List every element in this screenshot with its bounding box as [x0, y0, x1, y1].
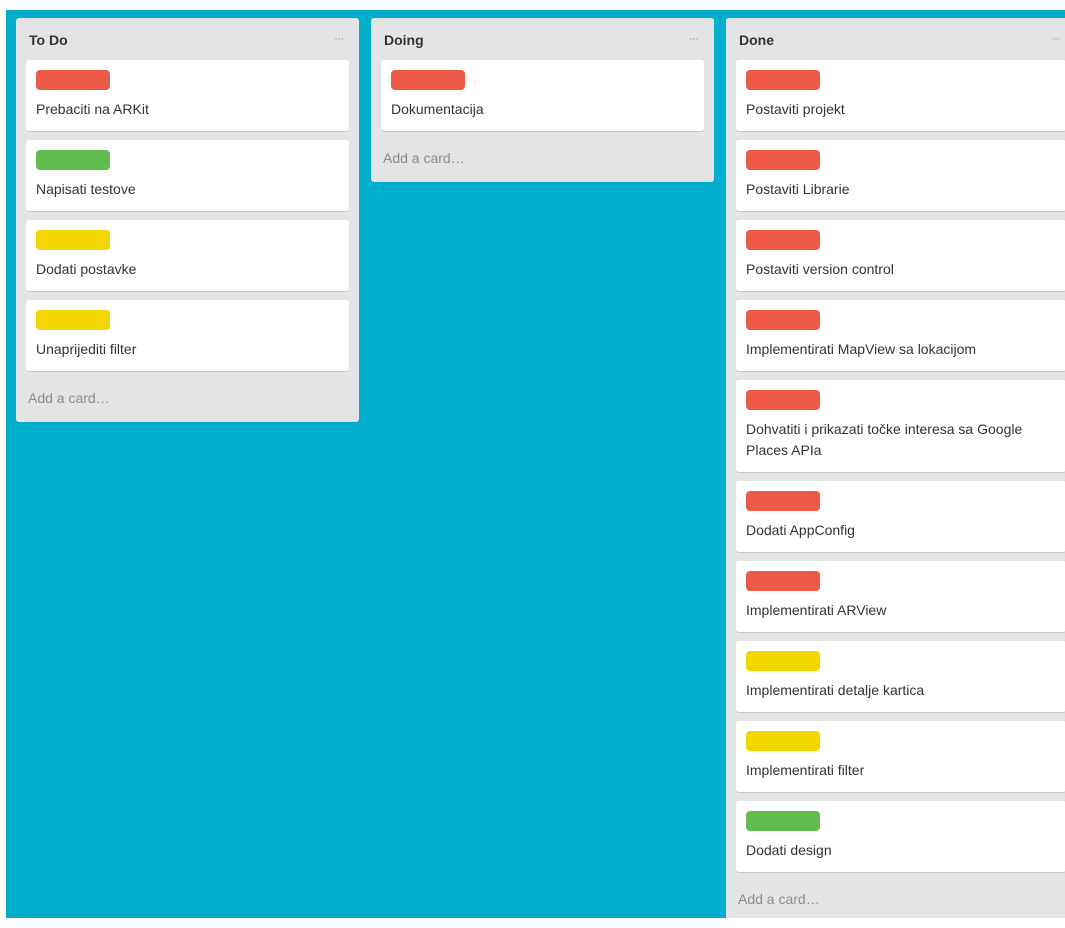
card-title: Prebaciti na ARKit — [36, 101, 149, 117]
list-title: To Do — [29, 32, 68, 48]
card-label-yellow — [36, 230, 110, 250]
list-menu-icon[interactable]: ··· — [1051, 31, 1061, 45]
list-header: Done ··· — [736, 18, 1065, 60]
card-label-red — [36, 70, 110, 90]
card-label-yellow — [746, 651, 820, 671]
add-card-button[interactable]: Add a card… — [736, 882, 1065, 917]
card[interactable]: Postaviti Librarie — [736, 140, 1065, 211]
card-title: Unaprijediti filter — [36, 341, 137, 357]
card-title: Postaviti projekt — [746, 101, 845, 117]
list-title: Done — [739, 32, 774, 48]
list-menu-icon[interactable]: ··· — [334, 31, 344, 45]
card[interactable]: Dodati design — [736, 801, 1065, 872]
card[interactable]: Implementirati MapView sa lokacijom — [736, 300, 1065, 371]
card-title: Implementirati detalje kartica — [746, 682, 925, 698]
card-label-yellow — [746, 731, 820, 751]
card-label-red — [746, 70, 820, 90]
card-title: Implementirati ARView — [746, 602, 887, 618]
card-list: Postaviti projekt Postaviti Librarie Posta… — [736, 60, 1065, 872]
card-label-red — [746, 571, 820, 591]
add-card-button[interactable]: Add a card… — [26, 381, 349, 412]
card-title: Dodati AppConfig — [746, 522, 855, 538]
card-label-red — [391, 70, 465, 90]
card[interactable]: Unaprijediti filter — [26, 300, 349, 371]
card[interactable]: Dokumentacija — [381, 60, 704, 131]
card[interactable]: Implementirati filter — [736, 721, 1065, 792]
list-menu-icon[interactable]: ··· — [689, 31, 699, 45]
card-label-red — [746, 150, 820, 170]
list-todo: To Do ··· Prebaciti na ARKit Napisati tes… — [16, 18, 359, 422]
card[interactable]: Implementirati ARView — [736, 561, 1065, 632]
card-title: Dodati postavke — [36, 261, 137, 277]
card[interactable]: Implementirati detalje kartica — [736, 641, 1065, 712]
card-label-green — [746, 811, 820, 831]
list-header: Doing ··· — [381, 18, 704, 60]
list-done: Done ··· Postaviti projekt Postaviti Libr… — [726, 18, 1065, 918]
card-label-red — [746, 230, 820, 250]
card-label-yellow — [36, 310, 110, 330]
add-card-button[interactable]: Add a card… — [381, 141, 704, 172]
card[interactable]: Prebaciti na ARKit — [26, 60, 349, 131]
card-title: Dohvatiti i prikazati točke interesa sa … — [746, 421, 1023, 458]
card[interactable]: Postaviti projekt — [736, 60, 1065, 131]
list-doing: Doing ··· Dokumentacija Add a card… — [371, 18, 714, 182]
card[interactable]: Dodati postavke — [26, 220, 349, 291]
card-title: Postaviti Librarie — [746, 181, 850, 197]
card-title: Dodati design — [746, 842, 832, 858]
list-title: Doing — [384, 32, 424, 48]
card[interactable]: Dohvatiti i prikazati točke interesa sa … — [736, 380, 1065, 472]
card[interactable]: Dodati AppConfig — [736, 481, 1065, 552]
board: To Do ··· Prebaciti na ARKit Napisati tes… — [6, 10, 1065, 918]
card[interactable]: Postaviti version control — [736, 220, 1065, 291]
card-list: Dokumentacija — [381, 60, 704, 131]
card[interactable]: Napisati testove — [26, 140, 349, 211]
card-title: Implementirati filter — [746, 762, 865, 778]
card-title: Postaviti version control — [746, 261, 894, 277]
list-header: To Do ··· — [26, 18, 349, 60]
card-label-red — [746, 310, 820, 330]
card-list: Prebaciti na ARKit Napisati testove Dodati… — [26, 60, 349, 371]
card-title: Napisati testove — [36, 181, 136, 197]
card-label-green — [36, 150, 110, 170]
card-title: Implementirati MapView sa lokacijom — [746, 341, 977, 357]
card-label-red — [746, 491, 820, 511]
card-title: Dokumentacija — [391, 101, 484, 117]
card-label-red — [746, 390, 820, 410]
